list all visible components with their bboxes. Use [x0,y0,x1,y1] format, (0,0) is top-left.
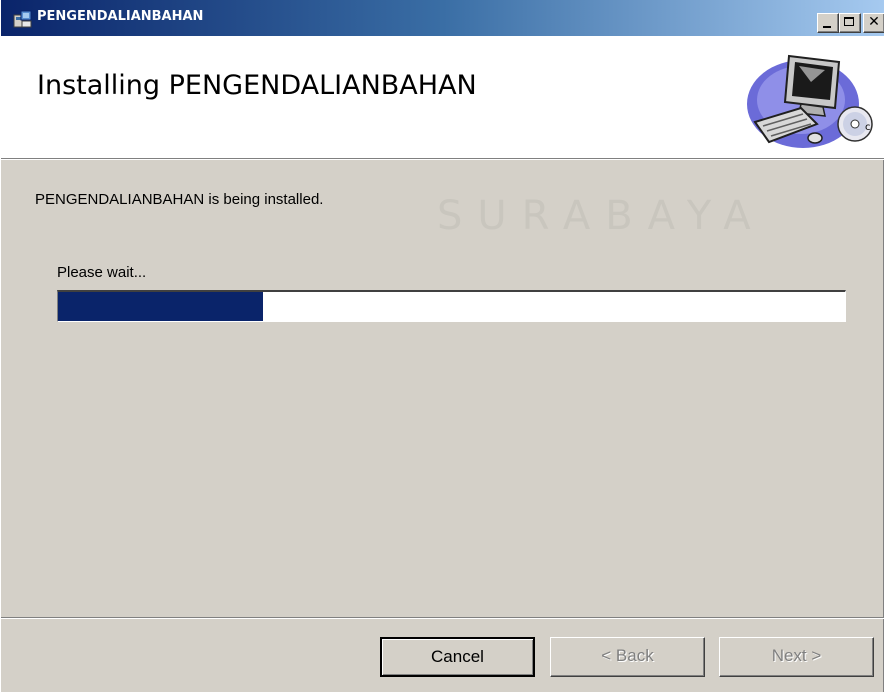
installer-icon [13,10,32,28]
header-banner: Installing PENGENDALIANBAHAN c [1,36,884,159]
watermark-text: SURABAYA [437,193,766,239]
maximize-icon [844,17,854,26]
window-title: PENGENDALIANBAHAN [37,9,204,24]
next-button[interactable]: Next > [719,637,874,677]
progress-bar-fill [58,292,263,321]
minimize-button[interactable] [817,13,839,33]
installer-window: PENGENDALIANBAHAN ✕ Installing PENGENDAL… [0,0,884,692]
footer-divider-highlight [1,618,884,619]
maximize-button[interactable] [839,13,861,33]
cancel-button[interactable]: Cancel [380,637,535,677]
install-status-text: PENGENDALIANBAHAN is being installed. [35,191,324,208]
close-icon: ✕ [868,14,880,30]
header-divider [1,159,884,160]
page-title: Installing PENGENDALIANBAHAN [37,70,477,101]
computer-setup-icon: c [747,54,873,148]
minimize-icon [823,26,831,28]
back-button[interactable]: < Back [550,637,705,677]
progress-bar [57,290,846,322]
title-bar[interactable]: PENGENDALIANBAHAN ✕ [1,0,884,36]
close-button[interactable]: ✕ [863,13,884,33]
progress-label: Please wait... [57,264,147,281]
svg-text:c: c [865,122,871,133]
